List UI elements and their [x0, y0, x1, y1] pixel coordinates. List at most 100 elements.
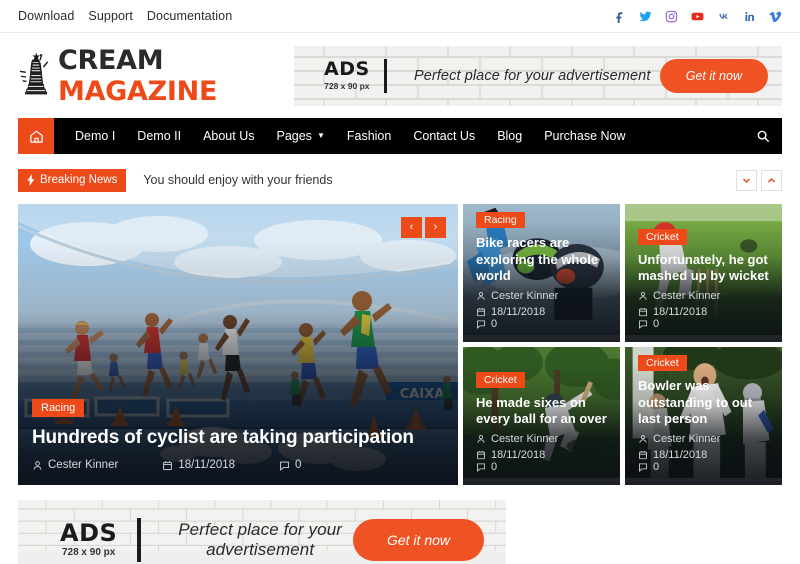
instagram-icon[interactable] [665, 10, 678, 23]
card-comments: 0 [638, 461, 675, 473]
ad-tagline: Perfect place for your advertisement [178, 520, 343, 559]
card-title[interactable]: He made sixes on every ball for an over [476, 395, 607, 428]
nav-item-fashion[interactable]: Fashion [336, 118, 402, 154]
nav-item-demo-ii[interactable]: Demo II [126, 118, 192, 154]
card-comments-count: 0 [653, 318, 660, 330]
logo-accent: MAGAZINE [58, 75, 218, 107]
topbar-link-support[interactable]: Support [88, 9, 132, 23]
card-meta: Cester Kinner 18/11/2018 0 [476, 433, 607, 473]
nav-item-purchase-now[interactable]: Purchase Now [533, 118, 636, 154]
card-caption: Cricket Bowler was outstanding to out la… [625, 347, 782, 485]
card-caption: Racing Bike racers are exploring the who… [463, 204, 620, 342]
home-icon [29, 130, 43, 143]
site-header: CREAM MAGAZINE ADS 728 x 90 px Perfect p… [0, 33, 800, 118]
slider-prev-button[interactable]: ‹ [401, 217, 422, 238]
hero-article[interactable]: CAIXA [18, 204, 458, 485]
lightning-bolt-icon [27, 174, 35, 186]
main-nav-wrapper: Demo I Demo II About Us Pages ▼ Fashion C… [0, 118, 800, 154]
card-author: Cester Kinner [638, 290, 769, 302]
nav-label: Contact Us [413, 129, 476, 143]
nav-item-blog[interactable]: Blog [486, 118, 533, 154]
comment-icon [639, 463, 647, 472]
card-date: 18/11/2018 [476, 306, 561, 318]
hero-date-value: 18/11/2018 [178, 459, 236, 471]
main-nav: Demo I Demo II About Us Pages ▼ Fashion C… [18, 118, 782, 154]
ad-size: 728 x 90 px [61, 547, 116, 559]
nav-item-about-us[interactable]: About Us [192, 118, 265, 154]
card-comments: 0 [476, 461, 513, 473]
vk-icon[interactable] [717, 10, 730, 23]
hero-author-name: Cester Kinner [48, 459, 119, 471]
calendar-icon [639, 451, 647, 460]
twitter-icon[interactable] [639, 10, 652, 23]
article-card[interactable]: Cricket Unfortunately, he got mashed up … [625, 204, 782, 342]
topbar-link-documentation[interactable]: Documentation [147, 9, 232, 23]
slider-nav: ‹ › [401, 217, 446, 238]
youtube-icon[interactable] [691, 10, 704, 23]
nav-label: Purchase Now [544, 129, 626, 143]
ad-get-it-now-button[interactable]: Get it now [352, 519, 484, 561]
nav-item-contact-us[interactable]: Contact Us [402, 118, 486, 154]
breaking-news-nav [736, 169, 782, 191]
card-date-value: 18/11/2018 [491, 306, 546, 318]
social-links [613, 10, 782, 23]
linkedin-icon[interactable] [743, 10, 756, 23]
card-comments: 0 [476, 318, 513, 330]
nav-label: Blog [497, 129, 523, 143]
calendar-icon [163, 460, 173, 470]
comment-icon [477, 320, 485, 329]
card-author: Cester Kinner [476, 290, 607, 302]
card-comments-count: 0 [491, 318, 498, 330]
card-title[interactable]: Bowler was outstanding to out last perso… [638, 378, 769, 427]
card-caption: Cricket He made sixes on every ball for … [463, 361, 620, 486]
card-category-badge[interactable]: Racing [476, 212, 525, 229]
nav-label: Pages [276, 129, 312, 143]
vimeo-icon[interactable] [769, 10, 782, 23]
nav-item-pages[interactable]: Pages ▼ [265, 118, 335, 154]
nav-search-button[interactable] [744, 118, 782, 154]
ad-get-it-now-button[interactable]: Get it now [659, 58, 768, 93]
ad-banner-top[interactable]: ADS 728 x 90 px Perfect place for your a… [294, 45, 782, 106]
article-card[interactable]: Cricket Bowler was outstanding to out la… [625, 347, 782, 485]
nav-item-demo-i[interactable]: Demo I [64, 118, 126, 154]
card-date-value: 18/11/2018 [653, 306, 708, 318]
topbar-link-download[interactable]: Download [18, 9, 74, 23]
chevron-down-icon [743, 178, 750, 183]
card-category-badge[interactable]: Cricket [638, 228, 687, 245]
card-title[interactable]: Bike racers are exploring the whole worl… [476, 235, 607, 284]
article-card[interactable]: Cricket He made sixes on every ball for … [463, 347, 620, 485]
ad-label-block: ADS 728 x 90 px [324, 58, 370, 91]
user-icon [639, 292, 647, 300]
ad-divider [383, 58, 387, 93]
card-meta: Cester Kinner 18/11/2018 0 [638, 290, 769, 330]
card-author: Cester Kinner [476, 433, 607, 445]
card-category-badge[interactable]: Cricket [476, 371, 525, 388]
hero-comments-count: 0 [295, 459, 302, 471]
nav-home-button[interactable] [18, 118, 54, 154]
hero-author: Cester Kinner [32, 459, 140, 471]
breaking-news-next-button[interactable] [761, 169, 782, 191]
ad-word: ADS [324, 58, 370, 81]
site-logo[interactable]: CREAM MAGAZINE [18, 45, 294, 107]
calendar-icon [477, 308, 485, 317]
facebook-icon[interactable] [613, 10, 626, 23]
ad-divider [137, 518, 142, 562]
logo-primary: CREAM [58, 44, 164, 76]
article-card[interactable]: Racing Bike racers are exploring the who… [463, 204, 620, 342]
ad-banner-bottom[interactable]: ADS 728 x 90 px Perfect place for your a… [18, 500, 506, 564]
hero-title[interactable]: Hundreds of cyclist are taking participa… [32, 426, 458, 450]
card-author-name: Cester Kinner [653, 290, 721, 302]
slider-next-button[interactable]: › [425, 217, 446, 238]
card-title[interactable]: Unfortunately, he got mashed up by wicke… [638, 252, 769, 285]
hero-category-badge[interactable]: Racing [32, 399, 85, 418]
breaking-news-bar: Breaking News You should enjoy with your… [18, 166, 782, 194]
card-meta: Cester Kinner 18/11/2018 0 [476, 290, 607, 330]
breaking-news-headline[interactable]: You should enjoy with your friends [143, 173, 332, 187]
card-date-value: 18/11/2018 [491, 449, 546, 461]
card-author: Cester Kinner [638, 433, 769, 445]
card-author-name: Cester Kinner [653, 433, 721, 445]
comment-icon [477, 463, 485, 472]
card-category-badge[interactable]: Cricket [638, 355, 687, 372]
breaking-news-prev-button[interactable] [736, 169, 757, 191]
hero-comments: 0 [279, 459, 323, 471]
